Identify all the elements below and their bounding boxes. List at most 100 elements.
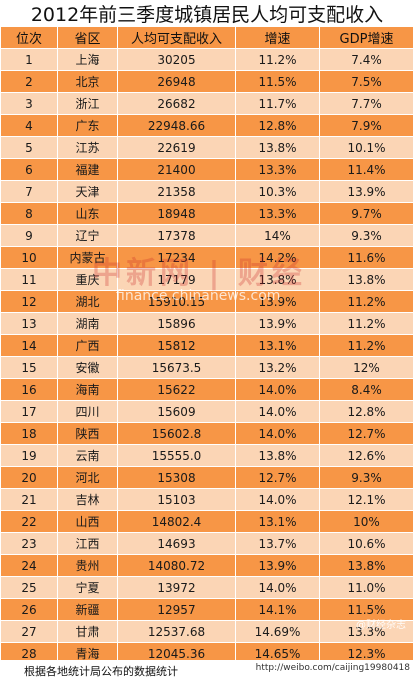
- table-row: 7 天津 21358 10.3% 13.9%: [0, 180, 414, 203]
- cell-income: 17234: [117, 246, 236, 269]
- cell-gdp-growth: 10.6%: [319, 532, 414, 555]
- cell-province: 陕西: [57, 422, 118, 445]
- cell-rank: 19: [0, 444, 58, 467]
- cell-province: 广东: [57, 114, 118, 137]
- cell-growth: 14.1%: [235, 598, 320, 621]
- cell-rank: 3: [0, 92, 58, 115]
- table-body: 1 上海 30205 11.2% 7.4% 2 北京 26948 11.5% 7.5% 3 浙江 266…: [0, 48, 414, 665]
- cell-growth: 11.7%: [235, 92, 320, 115]
- cell-province: 贵州: [57, 554, 118, 577]
- table-row: 2 北京 26948 11.5% 7.5%: [0, 70, 414, 93]
- cell-rank: 26: [0, 598, 58, 621]
- cell-province: 重庆: [57, 268, 118, 291]
- cell-province: 江苏: [57, 136, 118, 159]
- cell-province: 北京: [57, 70, 118, 93]
- cell-gdp-growth: 12.7%: [319, 422, 414, 445]
- cell-income: 14802.4: [117, 510, 236, 533]
- cell-growth: 13.9%: [235, 312, 320, 335]
- cell-province: 天津: [57, 180, 118, 203]
- cell-growth: 12.7%: [235, 466, 320, 489]
- cell-rank: 27: [0, 620, 58, 643]
- table-row: 19 云南 15555.0 13.8% 12.6%: [0, 444, 414, 467]
- table-row: 12 湖北 15910.15 13.9% 11.2%: [0, 290, 414, 313]
- cell-rank: 11: [0, 268, 58, 291]
- cell-province: 河北: [57, 466, 118, 489]
- cell-income: 21358: [117, 180, 236, 203]
- column-header-gdp-growth: GDP增速: [319, 26, 414, 49]
- cell-income: 14693: [117, 532, 236, 555]
- cell-gdp-growth: 12.6%: [319, 444, 414, 467]
- cell-growth: 12.8%: [235, 114, 320, 137]
- table-row: 6 福建 21400 13.3% 11.4%: [0, 158, 414, 181]
- cell-income: 14080.72: [117, 554, 236, 577]
- column-header-province: 省区: [57, 26, 118, 49]
- table-row: 8 山东 18948 13.3% 9.7%: [0, 202, 414, 225]
- table-row: 3 浙江 26682 11.7% 7.7%: [0, 92, 414, 115]
- cell-gdp-growth: 13.8%: [319, 268, 414, 291]
- table-row: 4 广东 22948.66 12.8% 7.9%: [0, 114, 414, 137]
- cell-income: 15602.8: [117, 422, 236, 445]
- cell-growth: 14.69%: [235, 620, 320, 643]
- cell-rank: 14: [0, 334, 58, 357]
- cell-rank: 5: [0, 136, 58, 159]
- cell-province: 四川: [57, 400, 118, 423]
- cell-rank: 9: [0, 224, 58, 247]
- table-row: 20 河北 15308 12.7% 9.3%: [0, 466, 414, 489]
- cell-rank: 17: [0, 400, 58, 423]
- cell-income: 15622: [117, 378, 236, 401]
- cell-rank: 6: [0, 158, 58, 181]
- cell-growth: 14.0%: [235, 400, 320, 423]
- cell-income: 26682: [117, 92, 236, 115]
- column-header-rank: 位次: [0, 26, 58, 49]
- cell-gdp-growth: 10.1%: [319, 136, 414, 159]
- cell-gdp-growth: 12.8%: [319, 400, 414, 423]
- cell-gdp-growth: 7.7%: [319, 92, 414, 115]
- cell-growth: 13.3%: [235, 202, 320, 225]
- cell-rank: 10: [0, 246, 58, 269]
- cell-growth: 13.8%: [235, 444, 320, 467]
- table-row: 21 吉林 15103 14.0% 12.1%: [0, 488, 414, 511]
- cell-income: 30205: [117, 48, 236, 71]
- cell-rank: 8: [0, 202, 58, 225]
- cell-province: 海南: [57, 378, 118, 401]
- cell-income: 15103: [117, 488, 236, 511]
- cell-growth: 14.0%: [235, 488, 320, 511]
- table-row: 5 江苏 22619 13.8% 10.1%: [0, 136, 414, 159]
- cell-rank: 23: [0, 532, 58, 555]
- cell-growth: 13.9%: [235, 290, 320, 313]
- cell-province: 云南: [57, 444, 118, 467]
- cell-gdp-growth: 11.2%: [319, 334, 414, 357]
- cell-growth: 13.3%: [235, 158, 320, 181]
- table-row: 18 陕西 15602.8 14.0% 12.7%: [0, 422, 414, 445]
- table-row: 1 上海 30205 11.2% 7.4%: [0, 48, 414, 71]
- table-header-row: 位次 省区 人均可支配收入 增速 GDP增速: [0, 26, 414, 49]
- cell-growth: 14.0%: [235, 378, 320, 401]
- cell-growth: 11.2%: [235, 48, 320, 71]
- cell-growth: 14.0%: [235, 576, 320, 599]
- cell-province: 辽宁: [57, 224, 118, 247]
- footer-note: 根据各地统计局公布的数据统计: [24, 665, 178, 678]
- cell-rank: 12: [0, 290, 58, 313]
- cell-growth: 14%: [235, 224, 320, 247]
- cell-rank: 20: [0, 466, 58, 489]
- cell-rank: 4: [0, 114, 58, 137]
- cell-income: 17378: [117, 224, 236, 247]
- cell-growth: 14.2%: [235, 246, 320, 269]
- source-stamp: @财经杂志: [356, 620, 406, 631]
- cell-income: 17179: [117, 268, 236, 291]
- cell-income: 13972: [117, 576, 236, 599]
- cell-income: 26948: [117, 70, 236, 93]
- table-row: 27 甘肃 12537.68 14.69% 13.3%: [0, 620, 414, 643]
- cell-rank: 18: [0, 422, 58, 445]
- cell-province: 宁夏: [57, 576, 118, 599]
- footer-source: http://weibo.com/caijing19980418: [255, 663, 410, 673]
- table-row: 15 安徽 15673.5 13.2% 12%: [0, 356, 414, 379]
- cell-province: 江西: [57, 532, 118, 555]
- cell-gdp-growth: 11.4%: [319, 158, 414, 181]
- cell-gdp-growth: 8.4%: [319, 378, 414, 401]
- cell-growth: 13.8%: [235, 136, 320, 159]
- cell-province: 湖北: [57, 290, 118, 313]
- cell-rank: 22: [0, 510, 58, 533]
- cell-gdp-growth: 11.2%: [319, 290, 414, 313]
- cell-gdp-growth: 13.8%: [319, 554, 414, 577]
